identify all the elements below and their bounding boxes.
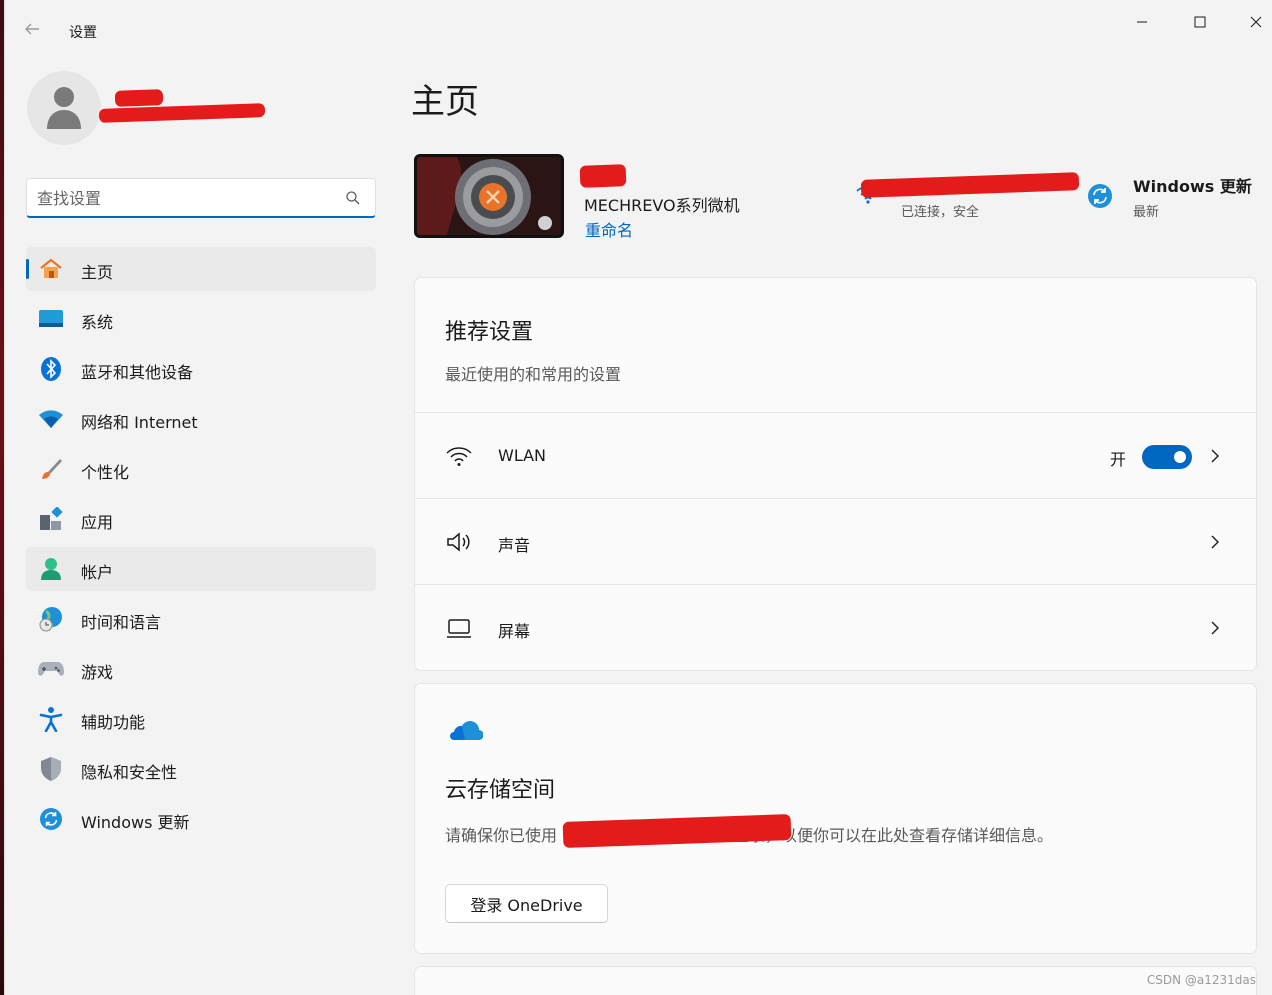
- row-label: 屏幕: [498, 622, 531, 641]
- onedrive-cloud-icon: [450, 721, 483, 741]
- redaction-mark: [860, 172, 1080, 198]
- next-card-partial: [414, 966, 1257, 995]
- system-icon: [38, 307, 64, 331]
- close-button[interactable]: [1233, 8, 1272, 36]
- settings-window: 设置 主页: [4, 0, 1272, 995]
- sidebar-item-bluetooth[interactable]: 蓝牙和其他设备: [26, 347, 376, 391]
- speaker-icon: [447, 532, 470, 552]
- network-status: 已连接，安全: [901, 205, 980, 220]
- sidebar-item-network[interactable]: 网络和 Internet: [26, 397, 376, 441]
- arrow-left-icon: [25, 23, 39, 35]
- row-label: 声音: [498, 536, 531, 555]
- sidebar-item-home[interactable]: 主页: [26, 247, 376, 291]
- globe-clock-icon: [38, 607, 64, 632]
- sidebar-item-label: 个性化: [81, 463, 130, 482]
- app-title: 设置: [69, 25, 97, 41]
- chevron-right-icon: [1211, 535, 1219, 549]
- sidebar-item-label: 辅助功能: [81, 713, 146, 732]
- sidebar-item-label: 系统: [81, 313, 114, 332]
- maximize-icon: [1194, 16, 1206, 28]
- bluetooth-icon: [38, 357, 64, 381]
- page-title: 主页: [411, 82, 479, 122]
- sidebar-item-gaming[interactable]: 游戏: [26, 647, 376, 691]
- sidebar-item-accounts[interactable]: 帐户: [26, 547, 376, 591]
- wallpaper-image-icon: [417, 157, 561, 235]
- sidebar-nav: 主页 系统 蓝牙和其他设备 网络和 Internet 个性化 应用 帐户 时间和…: [26, 247, 376, 847]
- windows-update-title[interactable]: Windows 更新: [1133, 173, 1252, 197]
- search-box[interactable]: [26, 178, 376, 218]
- sidebar-item-label: 隐私和安全性: [81, 763, 178, 782]
- sidebar-item-privacy[interactable]: 隐私和安全性: [26, 747, 376, 791]
- settings-row-sound[interactable]: 声音: [415, 498, 1256, 584]
- sidebar-item-label: 主页: [81, 263, 114, 282]
- sidebar-item-personalization[interactable]: 个性化: [26, 447, 376, 491]
- settings-row-display[interactable]: 屏幕: [415, 584, 1256, 670]
- title-bar: 设置: [5, 0, 1272, 44]
- sidebar-item-accessibility[interactable]: 辅助功能: [26, 697, 376, 741]
- network-icon: [38, 407, 64, 431]
- search-icon: [346, 191, 360, 205]
- rename-link[interactable]: 重命名: [585, 217, 633, 241]
- windows-update-icon[interactable]: [1087, 183, 1113, 209]
- minimize-button[interactable]: [1119, 8, 1165, 36]
- sidebar-item-label: 网络和 Internet: [81, 413, 198, 432]
- user-icon: [47, 87, 81, 129]
- device-wallpaper-thumbnail[interactable]: [414, 154, 564, 238]
- apps-icon: [38, 507, 64, 531]
- maximize-button[interactable]: [1177, 8, 1223, 36]
- brush-icon: [38, 457, 64, 481]
- sidebar-item-label: 帐户: [81, 563, 114, 582]
- chevron-right-icon: [1211, 621, 1219, 635]
- close-icon: [1250, 16, 1262, 28]
- avatar[interactable]: [27, 71, 101, 145]
- sidebar-item-label: Windows 更新: [81, 813, 190, 832]
- recommended-settings-card: 推荐设置 最近使用的和常用的设置 WLAN 开 声音 屏幕: [414, 277, 1257, 671]
- search-input[interactable]: [37, 186, 337, 210]
- redaction-mark: [114, 89, 164, 107]
- sidebar-item-windows-update[interactable]: Windows 更新: [26, 797, 376, 841]
- laptop-icon: [447, 619, 471, 638]
- settings-row-wlan[interactable]: WLAN 开: [415, 412, 1256, 498]
- wifi-icon: [446, 447, 472, 466]
- update-icon: [38, 807, 64, 831]
- description-prefix: 请确保你已使用: [445, 826, 558, 845]
- minimize-icon: [1137, 21, 1147, 23]
- windows-update-status: 最新: [1133, 205, 1160, 220]
- recommended-subtitle: 最近使用的和常用的设置: [445, 365, 622, 384]
- gamepad-icon: [38, 657, 64, 681]
- sidebar-item-label: 蓝牙和其他设备: [81, 363, 194, 382]
- redaction-mark: [579, 164, 627, 188]
- cloud-storage-card: 云存储空间 请确保你已使用 登录，以便你可以在此处查看存储详细信息。 登录 One…: [414, 683, 1257, 954]
- shield-icon: [38, 757, 64, 781]
- sidebar-item-time-language[interactable]: 时间和语言: [26, 597, 376, 641]
- wlan-toggle[interactable]: [1142, 445, 1192, 469]
- sidebar-item-label: 游戏: [81, 663, 114, 682]
- chevron-right-icon: [1211, 449, 1219, 463]
- recommended-title: 推荐设置: [445, 320, 534, 345]
- accessibility-icon: [38, 707, 64, 732]
- sidebar-item-label: 应用: [81, 513, 114, 532]
- home-icon: [38, 257, 64, 281]
- row-label: WLAN: [498, 446, 547, 465]
- onedrive-sign-in-button[interactable]: 登录 OneDrive: [445, 884, 608, 923]
- account-icon: [38, 557, 64, 581]
- sidebar-item-apps[interactable]: 应用: [26, 497, 376, 541]
- cloud-storage-title: 云存储空间: [445, 778, 556, 803]
- sidebar-item-label: 时间和语言: [81, 613, 162, 632]
- toggle-state-label: 开: [1109, 450, 1126, 469]
- sidebar-item-system[interactable]: 系统: [26, 297, 376, 341]
- device-model: MECHREVO系列微机: [584, 196, 740, 215]
- watermark: CSDN @a1231das: [1146, 973, 1256, 987]
- back-button[interactable]: [23, 20, 47, 44]
